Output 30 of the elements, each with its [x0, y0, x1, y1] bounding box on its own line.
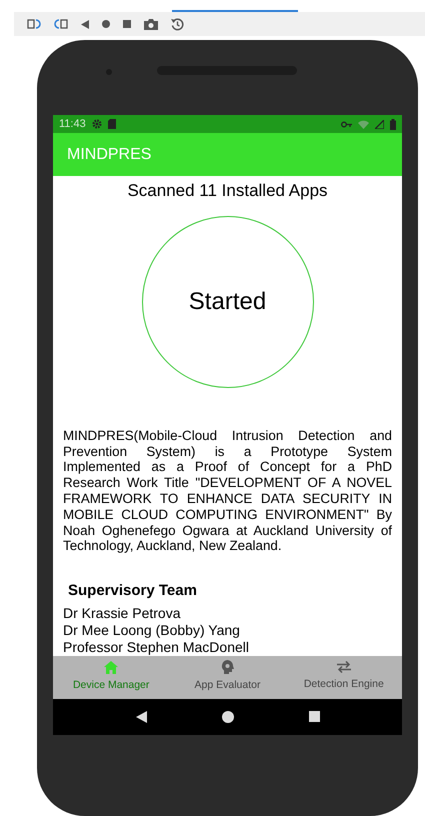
battery-icon	[390, 118, 396, 130]
nav-tab[interactable]: Detection Engine	[286, 656, 402, 699]
team-member: Professor Stephen MacDonell	[63, 638, 250, 656]
back-icon[interactable]	[136, 710, 146, 723]
team-member: Dr Mee Loong (Bobby) Yang	[63, 622, 241, 639]
rotate-right-icon[interactable]	[27, 18, 41, 30]
scan-status: Scanned 11 Installed Apps	[126, 180, 329, 202]
home-icon[interactable]	[222, 710, 234, 723]
key-icon	[341, 120, 352, 128]
restore-icon[interactable]	[171, 18, 184, 30]
description-paragraph: MINDPRES(Mobile-Cloud Intrusion Detection and Prevention System) is a Prototype System Implemented as a Proof of Concept for a PhD Research Work Title "DEVELOPMENT OF A NOVEL FRAMEWORK TO ENHANCE DATA SECURITY IN MOBILE CLOUD COMPUTING ENVIRONMENT" By Noah Oghenefego Ogwara at Auckland University of Technology, Auckland, New Zealand.	[63, 428, 392, 554]
head-gear-icon	[220, 660, 234, 674]
camera-icon[interactable]	[144, 18, 158, 30]
settings-icon	[92, 119, 102, 130]
home-dot-icon[interactable]	[102, 20, 110, 28]
rotate-left-icon[interactable]	[54, 18, 68, 30]
sd-card-icon	[108, 119, 116, 130]
team-member: Dr Krassie Petrova	[63, 604, 182, 622]
status-time: 11:43	[59, 116, 86, 132]
circle-label: Started	[188, 286, 266, 317]
home-icon	[104, 660, 118, 674]
wifi-icon	[358, 120, 369, 129]
nav-tab[interactable]: Device Manager	[53, 656, 170, 699]
swap-arrows-icon	[336, 661, 352, 674]
back-icon[interactable]	[81, 20, 89, 28]
app-title: MINDPRES	[67, 144, 152, 165]
team-heading: Supervisory Team	[68, 581, 198, 602]
signal-icon	[375, 120, 384, 129]
nav-tab[interactable]: App Evaluator	[169, 656, 286, 699]
overview-icon[interactable]	[308, 711, 320, 722]
